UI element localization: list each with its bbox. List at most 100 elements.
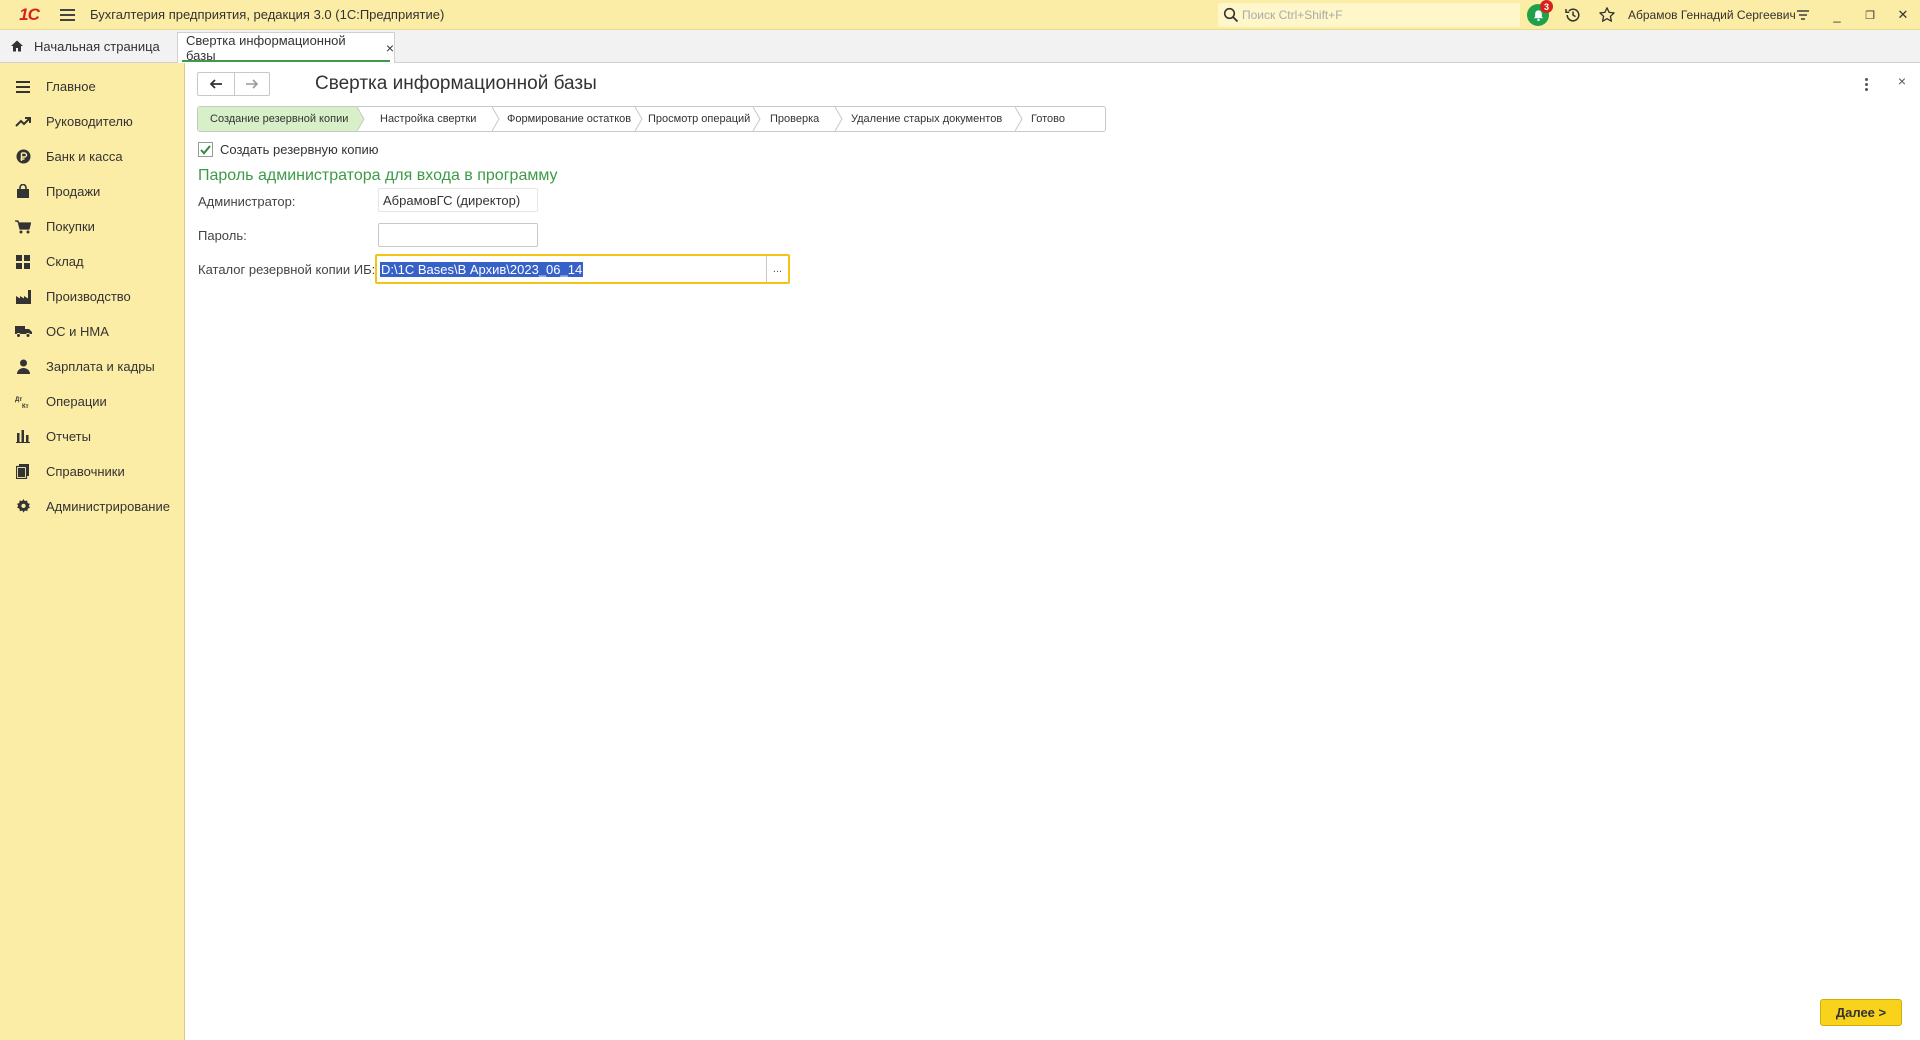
sidebar-item-catalogs[interactable]: Справочники [0,454,184,489]
svg-text:Кт: Кт [22,404,29,409]
sidebar-item-label: Зарплата и кадры [46,359,155,374]
step-settings[interactable]: Настройка свертки [358,107,500,131]
list-icon [14,78,32,96]
select-folder-button[interactable]: ... [766,256,788,282]
history-nav [197,72,270,96]
title-bar: 1С Бухгалтерия предприятия, редакция 3.0… [0,0,1920,30]
step-separator [835,107,843,131]
history-icon[interactable] [1562,4,1584,26]
create-backup-checkbox-row[interactable]: Создать резервную копию [198,142,379,157]
sidebar-item-operations[interactable]: Дт Кт Операции [0,384,184,419]
sidebar-item-purchases[interactable]: Покупки [0,209,184,244]
checkmark-icon [200,144,211,155]
minimize-button[interactable]: _ [1820,0,1854,30]
main-menu-icon[interactable] [50,0,84,30]
form-area: Свертка информационной базы × Создание р… [186,63,1920,1040]
factory-icon [14,288,32,306]
bar-chart-icon [14,428,32,446]
backup-dir-field[interactable]: D:\1C Bases\В Архив\2023_06_14 ... [375,254,790,284]
sidebar-item-manager[interactable]: Руководителю [0,104,184,139]
step-label: Настройка свертки [380,113,477,125]
user-name[interactable]: Абрамов Геннадий Сергеевич [1628,8,1796,22]
step-label: Формирование остатков [507,113,632,125]
admin-field[interactable]: АбрамовГС (директор) [378,188,538,212]
settings-menu-icon[interactable] [1786,0,1820,30]
arrow-right-icon [245,79,258,89]
form-title: Свертка информационной базы [315,73,597,94]
step-label: Создание резервной копии [210,113,349,125]
tab-home[interactable]: Начальная страница [0,30,175,62]
books-icon [14,463,32,481]
tab-home-label: Начальная страница [34,38,160,54]
tab-active-label: Свертка информационной базы [186,33,346,63]
tab-active[interactable]: Свертка информационной базы × [177,32,395,63]
password-field[interactable] [378,223,538,247]
tabs-bar: Начальная страница Свертка информационно… [0,30,1920,63]
step-separator [357,107,365,131]
sidebar-item-label: Покупки [46,219,95,234]
wizard-steps: Создание резервной копии Настройка сверт… [197,106,1106,132]
sidebar-item-salary[interactable]: Зарплата и кадры [0,349,184,384]
sidebar-item-label: Главное [46,79,96,94]
forward-button[interactable] [233,73,270,95]
step-done[interactable]: Готово [1016,107,1105,131]
sidebar-item-label: Банк и касса [46,149,123,164]
truck-icon [14,323,32,341]
step-delete-docs[interactable]: Удаление старых документов [836,107,1023,131]
sidebar-item-warehouse[interactable]: Склад [0,244,184,279]
back-button[interactable] [198,73,234,95]
step-check[interactable]: Проверка [754,107,843,131]
sidebar-item-reports[interactable]: Отчеты [0,419,184,454]
close-form-icon[interactable]: × [1898,73,1906,89]
step-label: Удаление старых документов [851,113,1003,125]
1c-logo[interactable]: 1С [8,0,50,30]
restore-button[interactable]: ❐ [1853,0,1887,30]
create-backup-checkbox[interactable] [198,142,213,157]
create-backup-label: Создать резервную копию [220,142,379,157]
ruble-icon [14,148,32,166]
admin-password-group-title: Пароль администратора для входа в програ… [198,167,558,184]
sidebar-item-label: Руководителю [46,114,133,129]
step-separator [635,107,643,131]
step-label: Просмотр операций [648,113,751,125]
close-window-button[interactable]: ✕ [1886,0,1920,30]
step-label: Готово [1031,113,1065,125]
bag-icon [14,183,32,201]
admin-value: АбрамовГС (директор) [383,192,521,208]
home-icon [11,40,23,52]
tab-close-icon[interactable]: × [386,40,394,56]
sidebar-item-production[interactable]: Производство [0,279,184,314]
sidebar-item-bank[interactable]: Банк и касса [0,139,184,174]
sidebar-item-label: Отчеты [46,429,91,444]
sidebar-item-label: Продажи [46,184,101,199]
app-title: Бухгалтерия предприятия, редакция 3.0 (1… [90,7,445,22]
step-label: Проверка [770,113,820,125]
next-button[interactable]: Далее > [1820,999,1902,1026]
sidebar-item-label: Производство [46,289,131,304]
step-review[interactable]: Просмотр операций [636,107,761,131]
backup-dir-value: D:\1C Bases\В Архив\2023_06_14 [380,261,584,277]
sidebar-item-fixed-assets[interactable]: ОС и НМА [0,314,184,349]
step-separator [492,107,500,131]
step-balances[interactable]: Формирование остатков [493,107,643,131]
dt-kt-icon: Дт Кт [14,393,32,411]
sidebar-item-label: Справочники [46,464,125,479]
more-actions-icon[interactable] [1860,75,1872,93]
backup-dir-label: Каталог резервной копии ИБ: [198,262,376,277]
sidebar-item-administration[interactable]: Администрирование [0,489,184,524]
trend-icon [14,113,32,131]
person-icon [14,358,32,376]
sidebar-item-label: ОС и НМА [46,324,109,339]
step-separator [1015,107,1023,131]
notifications-button[interactable]: 3 [1527,0,1553,26]
sidebar-item-sales[interactable]: Продажи [0,174,184,209]
sidebar-item-main[interactable]: Главное [0,69,184,104]
search-icon [1223,7,1239,23]
search-input[interactable]: Поиск Ctrl+Shift+F [1218,3,1520,27]
sidebar: Главное Руководителю Банк и касса Продаж… [0,63,185,1040]
step-backup[interactable]: Создание резервной копии [198,107,365,131]
sidebar-item-label: Склад [46,254,84,269]
favorites-star-icon[interactable] [1596,4,1618,26]
step-separator [753,107,761,131]
sidebar-item-label: Администрирование [46,499,170,514]
